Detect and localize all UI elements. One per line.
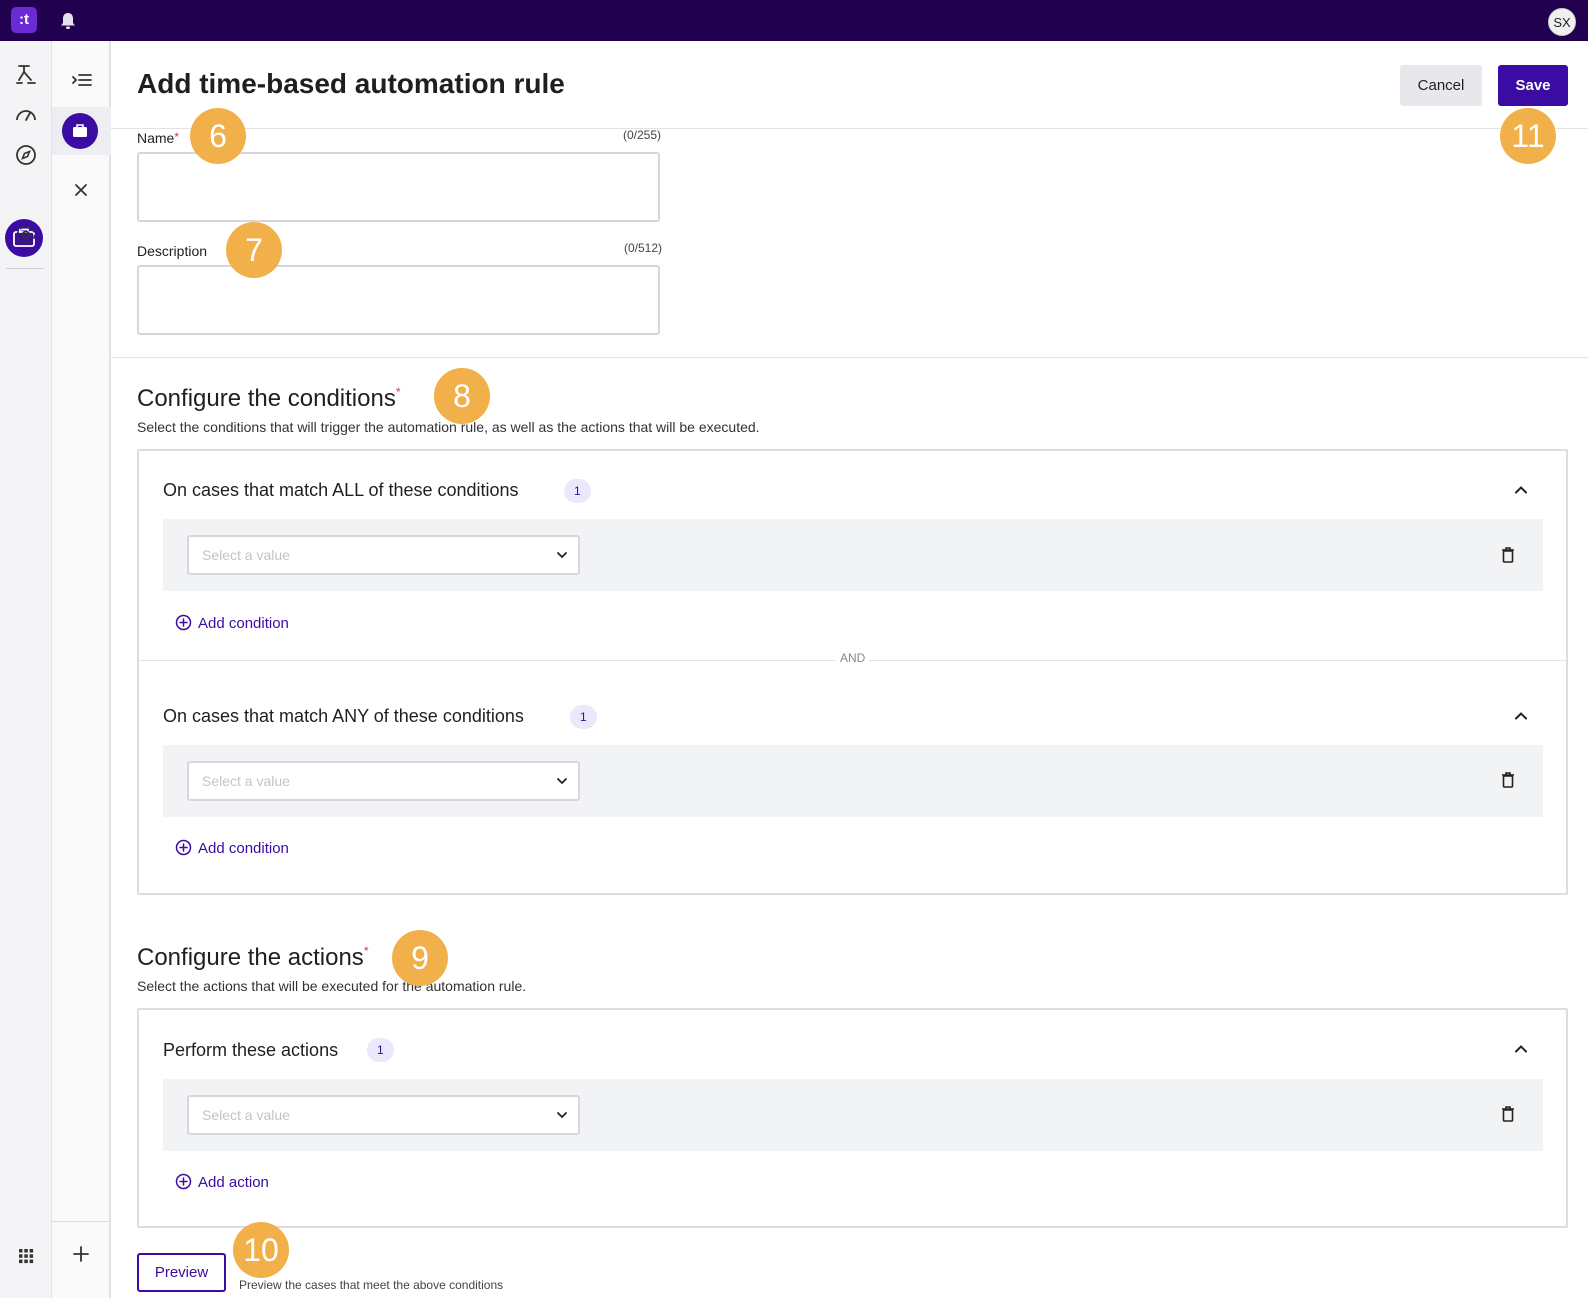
plus-circle-icon [175, 1173, 192, 1190]
description-char-counter: (0/512) [624, 241, 663, 255]
compass-icon[interactable] [12, 141, 40, 169]
icon-rail [0, 41, 52, 1298]
trash-icon[interactable] [1500, 1105, 1516, 1123]
annotation-marker-8: 8 [434, 368, 490, 424]
and-separator-label: AND [836, 651, 870, 665]
action-select[interactable]: Select a value [187, 1095, 580, 1135]
user-avatar[interactable]: SX [1548, 8, 1576, 36]
select-placeholder: Select a value [202, 547, 290, 563]
collapse-menu-icon[interactable] [70, 69, 94, 93]
trash-icon[interactable] [1500, 771, 1516, 789]
actions-count-badge: 1 [367, 1038, 394, 1062]
subnav-divider [52, 1221, 111, 1222]
annotation-marker-9: 9 [392, 930, 448, 986]
apps-grid-icon[interactable] [12, 1242, 40, 1270]
cancel-button[interactable]: Cancel [1400, 65, 1482, 106]
annotation-marker-10: 10 [233, 1222, 289, 1278]
chevron-down-icon [557, 1112, 567, 1119]
page-title: Add time-based automation rule [137, 68, 565, 99]
plus-circle-icon [175, 614, 192, 631]
bell-icon[interactable] [60, 12, 76, 30]
actions-section-description: Select the actions that will be executed… [137, 978, 527, 994]
chevron-down-icon [557, 778, 567, 785]
chevron-up-icon[interactable] [1512, 707, 1530, 725]
chevron-up-icon[interactable] [1512, 481, 1530, 499]
form-divider [111, 357, 1588, 358]
annotation-marker-6: 6 [190, 108, 246, 164]
subnav-item-cases[interactable] [62, 113, 98, 149]
select-placeholder: Select a value [202, 1107, 290, 1123]
add-condition-all-button[interactable]: Add condition [175, 614, 289, 634]
plus-icon[interactable] [72, 1245, 90, 1263]
gear-icon[interactable] [12, 221, 40, 249]
chevron-down-icon [557, 552, 567, 559]
workflow-icon[interactable] [12, 61, 40, 89]
close-icon[interactable] [73, 182, 89, 198]
trash-icon[interactable] [1500, 546, 1516, 564]
preview-button[interactable]: Preview [137, 1253, 226, 1292]
conditions-section-description: Select the conditions that will trigger … [137, 419, 760, 435]
rail-divider [6, 268, 44, 269]
any-conditions-count-badge: 1 [570, 705, 597, 729]
sub-navigation [52, 41, 111, 1298]
description-input[interactable] [137, 265, 660, 335]
preview-hint: Preview the cases that meet the above co… [239, 1278, 504, 1292]
app-logo[interactable]: :t [11, 7, 37, 33]
name-char-counter: (0/255) [623, 128, 662, 142]
actions-group-title: Perform these actions [163, 1040, 339, 1060]
plus-circle-icon [175, 839, 192, 856]
annotation-marker-7: 7 [226, 222, 282, 278]
add-action-button[interactable]: Add action [175, 1173, 269, 1193]
description-label: Description [137, 243, 208, 259]
all-conditions-group-title: On cases that match ALL of these conditi… [163, 480, 519, 500]
conditions-section-title: Configure the conditions* [137, 385, 401, 412]
any-conditions-group-title: On cases that match ANY of these conditi… [163, 706, 524, 726]
all-conditions-count-badge: 1 [564, 479, 591, 503]
annotation-marker-11: 11 [1500, 108, 1556, 164]
add-condition-any-button[interactable]: Add condition [175, 839, 289, 859]
conditions-panel [137, 449, 1568, 895]
header-divider [111, 128, 1588, 129]
name-label: Name* [137, 130, 180, 146]
top-bar: :t SX [0, 0, 1588, 41]
briefcase-icon [73, 124, 87, 137]
condition-select[interactable]: Select a value [187, 761, 580, 801]
chevron-up-icon[interactable] [1512, 1040, 1530, 1058]
select-placeholder: Select a value [202, 773, 290, 789]
dashboard-icon[interactable] [12, 101, 40, 129]
condition-select[interactable]: Select a value [187, 535, 580, 575]
actions-section-title: Configure the actions* [137, 944, 369, 971]
save-button[interactable]: Save [1498, 65, 1568, 106]
